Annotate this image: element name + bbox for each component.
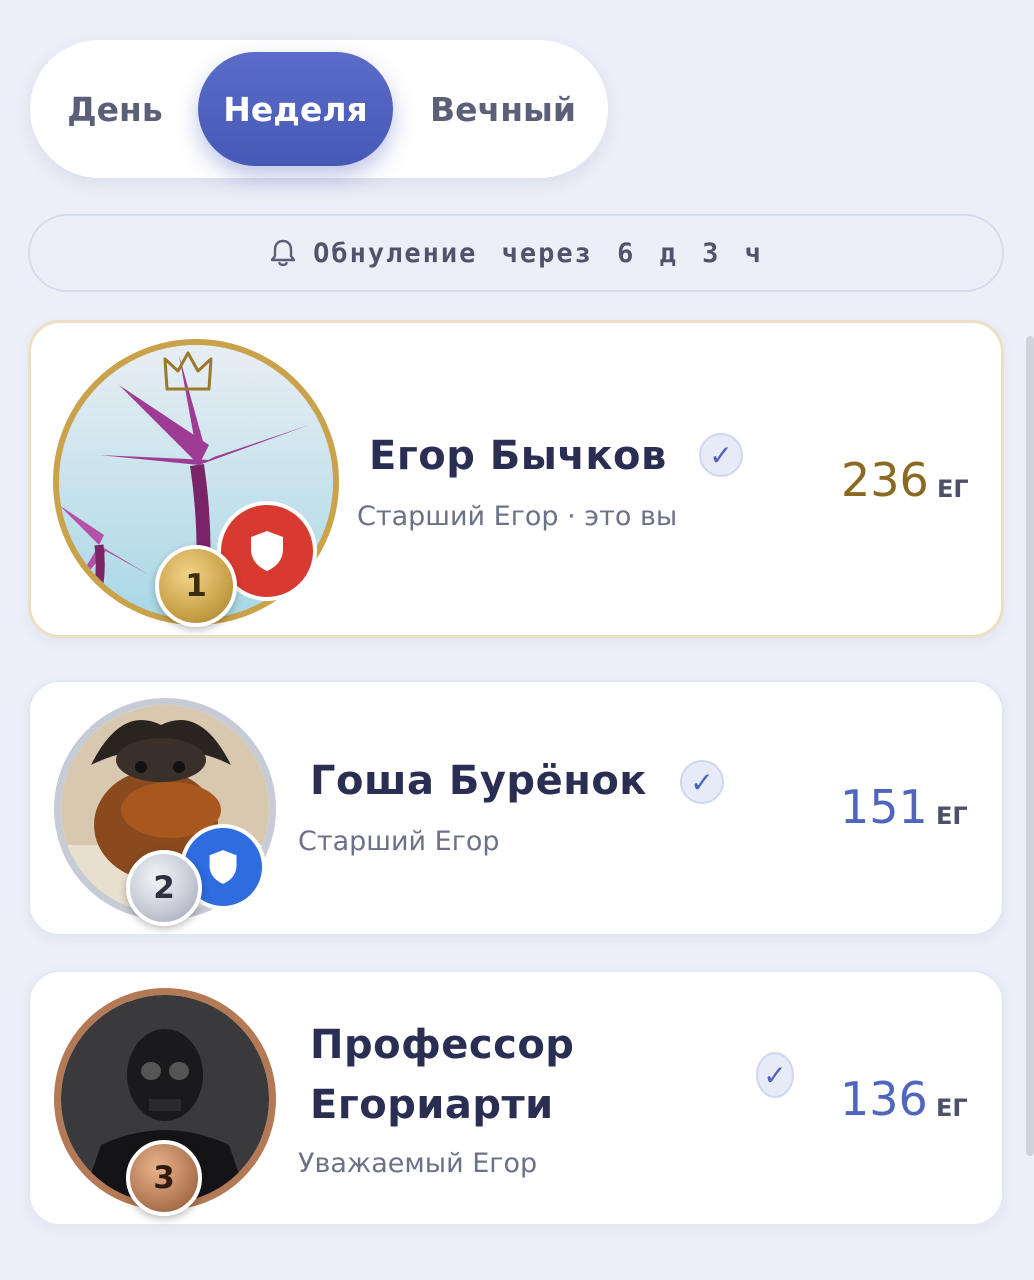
score-unit: ЕГ bbox=[936, 1094, 968, 1122]
verified-check-icon: ✓ bbox=[680, 760, 724, 804]
user-name: Егор Бычков bbox=[369, 433, 667, 479]
period-tabs: День Неделя Вечный bbox=[30, 40, 608, 178]
rank-badge-gold: 1 bbox=[155, 545, 237, 627]
user-name: Гоша Бурёнок bbox=[310, 758, 647, 804]
score-value: 236 bbox=[841, 453, 929, 507]
score-value: 136 bbox=[840, 1072, 928, 1126]
rank-number: 3 bbox=[153, 1160, 175, 1196]
verified-check-icon: ✓ bbox=[756, 1052, 794, 1098]
tab-eternal[interactable]: Вечный bbox=[412, 52, 594, 166]
leaderboard-row-2[interactable]: 2 Гоша Бурёнок ✓ Старший Егор 151 ЕГ bbox=[28, 680, 1004, 936]
user-name-line1: Профессор bbox=[310, 1022, 575, 1068]
leaderboard-row-1[interactable]: 1 Егор Бычков ✓ Старший Егор · это вы 23… bbox=[28, 320, 1004, 638]
rank-badge-silver: 2 bbox=[126, 850, 202, 926]
user-role: Старший Егор bbox=[298, 826, 500, 857]
rank-number: 2 bbox=[153, 870, 175, 906]
shield-icon bbox=[209, 850, 237, 884]
leaderboard-row-3[interactable]: 3 Профессор Егориарти ✓ Уважаемый Егор 1… bbox=[28, 970, 1004, 1226]
user-role: Уважаемый Егор bbox=[298, 1148, 538, 1179]
rank-badge-bronze: 3 bbox=[126, 1140, 202, 1216]
crown-icon bbox=[163, 351, 213, 391]
bell-icon bbox=[270, 239, 296, 267]
scrollbar[interactable] bbox=[1026, 336, 1034, 1156]
rank-number: 1 bbox=[185, 568, 207, 604]
tab-day[interactable]: День bbox=[50, 52, 180, 166]
score-unit: ЕГ bbox=[937, 475, 969, 503]
tab-week[interactable]: Неделя bbox=[198, 52, 393, 166]
user-role: Старший Егор · это вы bbox=[357, 501, 678, 532]
reset-text: Обнуление через 6 д 3 ч bbox=[313, 237, 763, 269]
reset-banner: Обнуление через 6 д 3 ч bbox=[28, 214, 1004, 292]
score-value: 151 bbox=[840, 780, 928, 834]
user-name-line2: Егориарти bbox=[310, 1082, 554, 1128]
shield-icon bbox=[251, 531, 283, 571]
score-unit: ЕГ bbox=[936, 802, 968, 830]
verified-check-icon: ✓ bbox=[699, 433, 743, 477]
